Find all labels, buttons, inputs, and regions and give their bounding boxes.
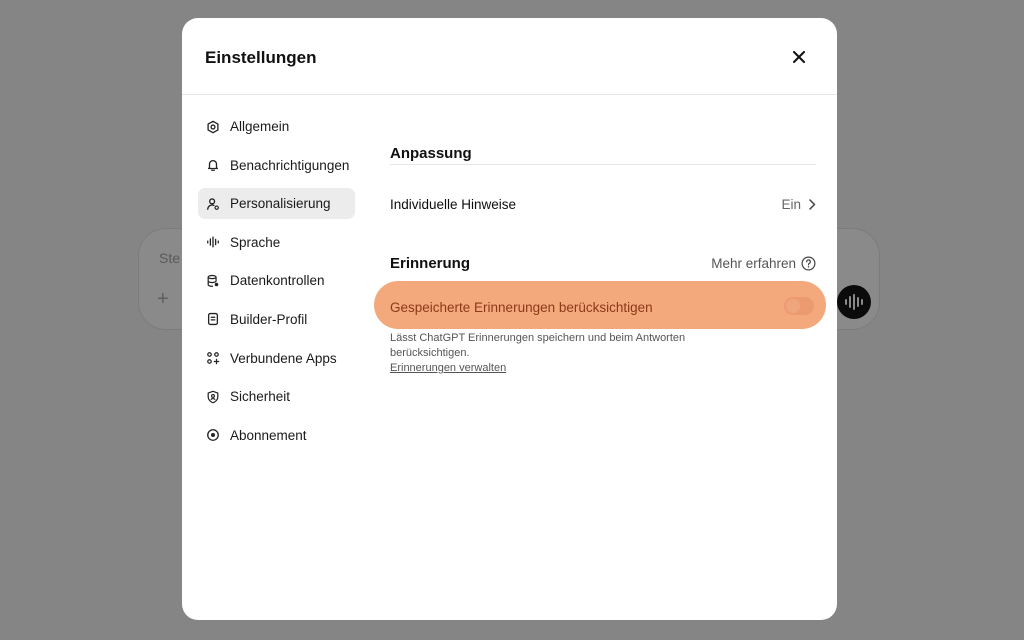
id-card-icon <box>205 311 221 327</box>
sidebar-item-datenkontrollen[interactable]: Datenkontrollen <box>198 265 355 296</box>
custom-instructions-row[interactable]: Individuelle Hinweise Ein <box>390 197 816 212</box>
sidebar-item-label: Sicherheit <box>230 389 291 405</box>
sidebar-item-verbundene-apps[interactable]: Verbundene Apps <box>198 343 355 374</box>
divider <box>390 164 816 165</box>
person-icon <box>205 196 221 212</box>
settings-dialog: Einstellungen Allgemein Benachrichtigung… <box>182 18 837 620</box>
section-title-erinnerung: Erinnerung <box>390 255 471 272</box>
memory-toggle-label: Gespeicherte Erinnerungen berücksichtige… <box>390 300 653 315</box>
custom-instructions-value: Ein <box>781 197 816 212</box>
database-icon <box>205 273 221 289</box>
learn-more-label: Mehr erfahren <box>711 256 796 271</box>
sidebar-item-allgemein[interactable]: Allgemein <box>198 111 355 142</box>
sidebar-item-sprache[interactable]: Sprache <box>198 227 355 258</box>
help-circle-icon <box>801 256 816 271</box>
section-title-anpassung: Anpassung <box>390 145 472 162</box>
sidebar-item-label: Benachrichtigungen <box>230 157 350 173</box>
sidebar-item-label: Verbundene Apps <box>230 350 337 366</box>
manage-memories-link[interactable]: Erinnerungen verwalten <box>390 362 506 374</box>
background-plus-icon: + <box>157 288 169 310</box>
sidebar-item-label: Sprache <box>230 234 281 250</box>
close-icon <box>793 51 805 63</box>
sidebar-item-label: Builder-Profil <box>230 311 308 327</box>
sidebar-item-label: Allgemein <box>230 119 290 134</box>
background-voice-icon <box>837 285 871 319</box>
background-composer-placeholder: Ste <box>159 250 181 266</box>
sidebar-item-sicherheit[interactable]: Sicherheit <box>198 381 355 412</box>
chevron-right-icon <box>809 199 816 210</box>
learn-more-link[interactable]: Mehr erfahren <box>711 256 816 271</box>
toggle-knob <box>786 299 800 313</box>
dialog-title: Einstellungen <box>205 48 317 67</box>
settings-sidebar: Allgemein Benachrichtigungen Personalisi… <box>198 111 355 458</box>
bell-icon <box>205 157 221 173</box>
gear-icon <box>205 119 221 135</box>
custom-instructions-status: Ein <box>781 197 801 212</box>
sidebar-item-builder-profil[interactable]: Builder-Profil <box>198 304 355 335</box>
memory-description: Lässt ChatGPT Erinnerungen speichern und… <box>390 332 686 359</box>
sidebar-item-label: Datenkontrollen <box>230 273 325 289</box>
subscription-icon <box>205 427 221 443</box>
close-button[interactable] <box>788 46 810 68</box>
sidebar-item-label: Abonnement <box>230 427 307 443</box>
waveform-icon <box>205 234 221 250</box>
sidebar-item-personalisierung[interactable]: Personalisierung <box>198 188 355 220</box>
dialog-header: Einstellungen <box>182 18 837 95</box>
custom-instructions-label: Individuelle Hinweise <box>390 197 517 212</box>
apps-grid-icon <box>205 350 221 366</box>
sidebar-item-benachrichtigungen[interactable]: Benachrichtigungen <box>198 150 355 181</box>
sidebar-item-label: Personalisierung <box>230 196 331 212</box>
shield-icon <box>205 389 221 405</box>
sidebar-item-abonnement[interactable]: Abonnement <box>198 420 355 451</box>
memory-toggle[interactable] <box>784 297 814 315</box>
